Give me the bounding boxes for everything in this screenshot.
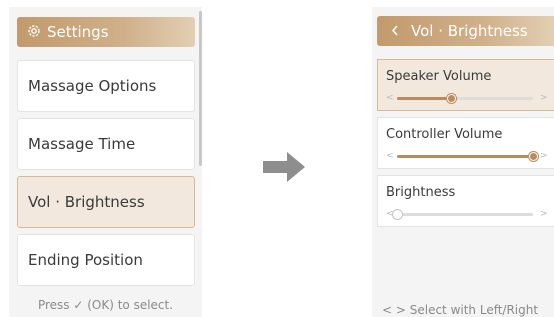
increase-icon[interactable]: > xyxy=(540,151,548,161)
decrease-icon[interactable]: < xyxy=(386,151,394,161)
increase-icon[interactable]: > xyxy=(540,209,548,219)
controller-volume-control[interactable]: Controller Volume < > xyxy=(377,117,554,169)
chevron-left-icon[interactable] xyxy=(391,16,399,46)
slider-knob[interactable] xyxy=(529,152,538,161)
menu-item-massage-time[interactable]: Massage Time xyxy=(17,118,195,170)
speaker-volume-slider[interactable] xyxy=(397,94,533,103)
slider-fill xyxy=(397,97,452,100)
increase-icon[interactable]: > xyxy=(540,93,548,103)
brightness-slider[interactable] xyxy=(393,210,533,219)
brightness-control[interactable]: Brightness < > xyxy=(377,175,554,227)
scrollbar[interactable] xyxy=(199,11,202,166)
slider-knob[interactable] xyxy=(393,210,402,219)
menu-item-label: Vol · Brightness xyxy=(28,193,145,211)
menu-item-label: Massage Options xyxy=(28,77,157,95)
settings-screen: Settings Massage Options Massage Time Vo… xyxy=(9,7,202,317)
speaker-volume-control[interactable]: Speaker Volume < > xyxy=(377,59,554,111)
slider-knob[interactable] xyxy=(447,94,457,103)
decrease-icon[interactable]: < xyxy=(386,93,394,103)
brightness-label: Brightness xyxy=(386,185,456,200)
vol-brightness-title: Vol · Brightness xyxy=(411,22,528,40)
settings-title: Settings xyxy=(47,23,109,41)
left-right-hint: < > Select with Left/Right xyxy=(382,303,539,317)
menu-item-massage-options[interactable]: Massage Options xyxy=(17,60,195,112)
vol-brightness-header: Vol · Brightness xyxy=(377,16,554,46)
vol-brightness-screen: Vol · Brightness Speaker Volume < > Cont… xyxy=(372,7,554,317)
menu-item-vol-brightness[interactable]: Vol · Brightness xyxy=(17,176,195,228)
menu-item-label: Massage Time xyxy=(28,135,136,153)
select-hint: Press ✓ (OK) to select. xyxy=(37,298,174,312)
speaker-volume-label: Speaker Volume xyxy=(386,69,492,84)
slider-fill xyxy=(397,155,533,158)
settings-header: Settings xyxy=(17,17,195,47)
menu-item-ending-position[interactable]: Ending Position xyxy=(17,234,195,286)
controller-volume-slider[interactable] xyxy=(397,152,538,161)
right-arrow-icon xyxy=(263,152,305,186)
controller-volume-label: Controller Volume xyxy=(386,127,503,142)
gear-icon xyxy=(27,18,41,48)
menu-item-label: Ending Position xyxy=(28,251,143,269)
